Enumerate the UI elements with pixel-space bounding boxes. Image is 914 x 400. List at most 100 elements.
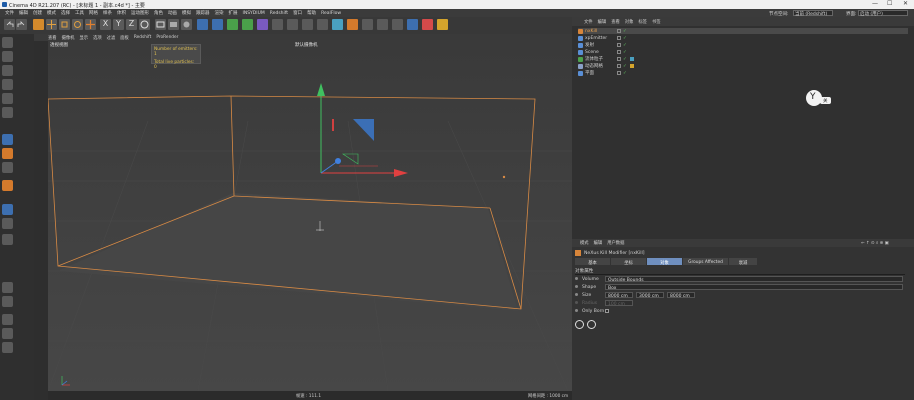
om-menu-file[interactable]: 文件 bbox=[584, 19, 593, 25]
object-row-fluid[interactable]: 流体粒子 ✓ bbox=[578, 56, 908, 62]
menu-edit[interactable]: 编辑 bbox=[19, 10, 28, 16]
object-row-emit[interactable]: 发射 ✓ bbox=[578, 42, 908, 48]
render-region-icon[interactable] bbox=[168, 19, 179, 30]
menu-redshift[interactable]: Redshift bbox=[270, 11, 288, 16]
vp-menu-camera[interactable]: 摄像机 bbox=[62, 35, 75, 41]
model-mode-icon[interactable] bbox=[2, 37, 13, 48]
object-row-plane[interactable]: 平面 ✓ bbox=[578, 70, 908, 76]
light-icon[interactable] bbox=[287, 19, 298, 30]
node-space-select[interactable]: 当前 (Redshift) bbox=[793, 10, 833, 17]
settings-icon[interactable] bbox=[437, 19, 448, 30]
rotate-icon[interactable] bbox=[72, 19, 83, 30]
om-menu-view[interactable]: 查看 bbox=[611, 19, 620, 25]
tab-object[interactable]: 对象 bbox=[647, 258, 682, 266]
edges-mode-icon[interactable] bbox=[2, 79, 13, 90]
magnet-tool-icon[interactable] bbox=[2, 328, 13, 339]
menu-character[interactable]: 角色 bbox=[154, 10, 163, 16]
om-menu-edit[interactable]: 编辑 bbox=[598, 19, 607, 25]
size-anim-dot[interactable] bbox=[575, 293, 578, 296]
scale-icon[interactable] bbox=[59, 19, 70, 30]
workplane-icon[interactable] bbox=[2, 148, 13, 159]
om-menu-tag[interactable]: 标签 bbox=[638, 19, 647, 25]
menu-volume[interactable]: 体积 bbox=[117, 10, 126, 16]
render-settings-icon[interactable] bbox=[181, 19, 192, 30]
vp-menu-view[interactable]: 查看 bbox=[48, 35, 57, 41]
visibility-toggle[interactable] bbox=[617, 71, 621, 75]
menu-mograph[interactable]: 运动图形 bbox=[131, 10, 149, 16]
menu-render[interactable]: 渲染 bbox=[215, 10, 224, 16]
only-born-checkbox[interactable] bbox=[605, 308, 609, 313]
menu-insydium[interactable]: INSYDIUM bbox=[243, 11, 265, 16]
check-icon[interactable]: ✓ bbox=[623, 71, 627, 76]
maximize-button[interactable]: ☐ bbox=[887, 0, 892, 7]
solo-icon[interactable] bbox=[2, 162, 13, 173]
volume-select[interactable]: Outside Bounds bbox=[605, 276, 903, 283]
om-menu-bookmark[interactable]: 书签 bbox=[652, 19, 661, 25]
pen-icon[interactable] bbox=[212, 19, 223, 30]
viewport[interactable]: 透视视图 默认摄像机 Number of emitters: 1 Total l… bbox=[48, 41, 572, 391]
volume-anim-dot[interactable] bbox=[575, 277, 578, 280]
tab-groups-affected[interactable]: Groups Affected bbox=[683, 258, 728, 265]
smooth-icon[interactable] bbox=[2, 314, 13, 325]
cursor-icon[interactable] bbox=[85, 19, 96, 30]
magnet-icon[interactable] bbox=[302, 19, 313, 30]
paint-icon[interactable] bbox=[332, 19, 343, 30]
check-icon[interactable]: ✓ bbox=[623, 43, 627, 48]
size-x-field[interactable]: 8000 cm bbox=[605, 292, 633, 299]
menu-select[interactable]: 选择 bbox=[61, 10, 70, 16]
am-menu-userdata[interactable]: 用户数据 bbox=[607, 240, 624, 246]
menu-extensions[interactable]: 扩展 bbox=[229, 10, 238, 16]
knife-icon[interactable] bbox=[2, 282, 13, 293]
check-icon[interactable]: ✓ bbox=[623, 50, 627, 55]
scene-icon[interactable] bbox=[317, 19, 328, 30]
coord-icon[interactable] bbox=[139, 19, 150, 30]
size-z-field[interactable]: 8000 cm bbox=[667, 292, 695, 299]
menu-simulate[interactable]: 模拟 bbox=[182, 10, 191, 16]
vp-menu-prorender[interactable]: ProRender bbox=[156, 35, 178, 40]
lock-icon[interactable] bbox=[2, 218, 13, 229]
camera-label[interactable]: 默认摄像机 bbox=[295, 42, 318, 48]
layout-select[interactable]: 启动 (用户) bbox=[858, 10, 908, 17]
menu-mode[interactable]: 模式 bbox=[47, 10, 56, 16]
move-icon[interactable] bbox=[46, 19, 57, 30]
layer-icon[interactable] bbox=[2, 204, 13, 215]
om-menu-object[interactable]: 对象 bbox=[625, 19, 634, 25]
brush-icon[interactable] bbox=[347, 19, 358, 30]
brush-tool-icon[interactable] bbox=[2, 296, 13, 307]
object-row-nxkill[interactable]: nxKill ✓ bbox=[578, 28, 908, 34]
python-icon[interactable] bbox=[407, 19, 418, 30]
tag-icon[interactable] bbox=[629, 57, 634, 61]
paint-tool-icon[interactable] bbox=[2, 234, 13, 245]
points-mode-icon[interactable] bbox=[2, 65, 13, 76]
menu-spline[interactable]: 样条 bbox=[103, 10, 112, 16]
only-born-anim-dot[interactable] bbox=[575, 309, 578, 312]
script-icon[interactable] bbox=[422, 19, 433, 30]
am-menu-mode[interactable]: 模式 bbox=[580, 240, 589, 246]
x-axis-icon[interactable]: X bbox=[100, 19, 111, 30]
menu-window[interactable]: 窗口 bbox=[293, 10, 302, 16]
tab-coord[interactable]: 坐标 bbox=[611, 258, 646, 266]
y-axis-icon[interactable]: Y bbox=[113, 19, 124, 30]
visibility-toggle[interactable] bbox=[617, 50, 621, 54]
am-menu-edit[interactable]: 编辑 bbox=[594, 240, 603, 246]
spline-icon[interactable] bbox=[2, 342, 13, 353]
axis-mode-icon[interactable] bbox=[2, 107, 13, 118]
live-select-icon[interactable] bbox=[33, 19, 44, 30]
shape-anim-dot[interactable] bbox=[575, 285, 578, 288]
minimize-button[interactable]: — bbox=[872, 0, 878, 7]
array-icon[interactable] bbox=[242, 19, 253, 30]
menu-realflow[interactable]: RealFlow bbox=[321, 11, 341, 16]
render-icon[interactable] bbox=[377, 19, 388, 30]
menu-mesh[interactable]: 网格 bbox=[89, 10, 98, 16]
undo-icon[interactable] bbox=[4, 19, 15, 30]
grid-icon[interactable] bbox=[362, 19, 373, 30]
deformer-icon[interactable] bbox=[257, 19, 268, 30]
shape-select[interactable]: Box bbox=[605, 284, 903, 291]
sculpt-icon[interactable] bbox=[2, 180, 13, 191]
texture-mode-icon[interactable] bbox=[2, 51, 13, 62]
am-nav-icons[interactable]: ← ↑ ⊙ ⌕ ⊕ ▣ bbox=[861, 241, 889, 246]
tab-basic[interactable]: 基本 bbox=[575, 258, 610, 266]
subdivision-icon[interactable] bbox=[227, 19, 238, 30]
object-row-xpemitter[interactable]: xpEmitter ✓ bbox=[578, 35, 908, 41]
vp-menu-redshift[interactable]: Redshift bbox=[134, 35, 151, 40]
